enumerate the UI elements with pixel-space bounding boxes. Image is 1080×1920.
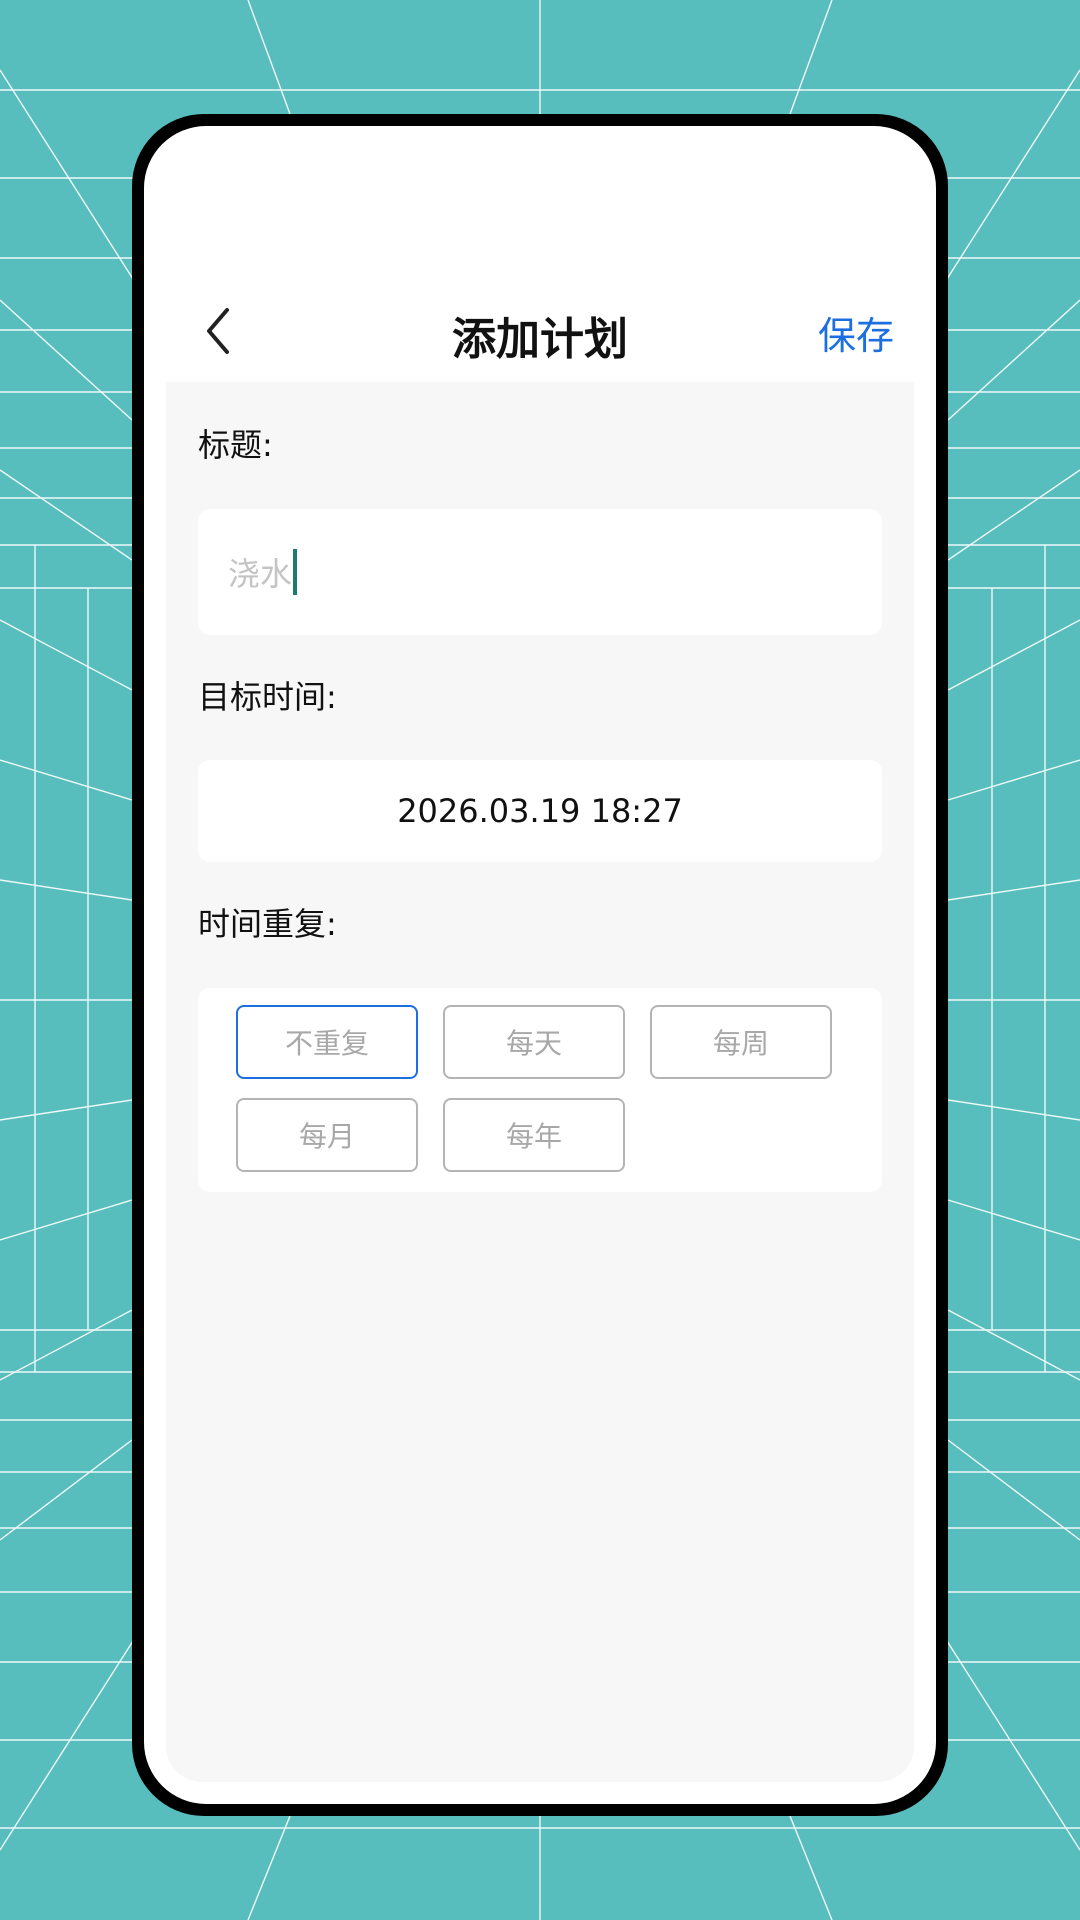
text-caret [293, 549, 298, 595]
save-button[interactable]: 保存 [818, 305, 894, 360]
title-field[interactable]: 浇水 [198, 509, 882, 635]
app-screen: 添加计划 保存 标题: 浇水 目标时间: 2026.03.19 18:27 时间… [144, 126, 936, 1804]
repeat-label: 时间重复: [198, 905, 337, 943]
repeat-options: 不重复 每天 每周 每月 每年 [236, 1005, 832, 1172]
form-content: 标题: 浇水 目标时间: 2026.03.19 18:27 时间重复: 不重复 … [166, 382, 914, 1782]
repeat-options-card: 不重复 每天 每周 每月 每年 [198, 988, 882, 1192]
repeat-option-yearly[interactable]: 每年 [443, 1098, 625, 1172]
repeat-option-weekly[interactable]: 每周 [650, 1005, 832, 1079]
repeat-option-monthly[interactable]: 每月 [236, 1098, 418, 1172]
time-label: 目标时间: [198, 678, 337, 716]
repeat-option-none[interactable]: 不重复 [236, 1005, 418, 1079]
title-input[interactable]: 浇水 [228, 509, 852, 635]
title-input-value: 浇水 [228, 555, 293, 593]
phone-frame: 添加计划 保存 标题: 浇水 目标时间: 2026.03.19 18:27 时间… [132, 114, 948, 1816]
time-value: 2026.03.19 18:27 [397, 792, 683, 830]
time-picker-field[interactable]: 2026.03.19 18:27 [198, 760, 882, 862]
top-bar: 添加计划 保存 [144, 281, 936, 381]
title-label: 标题: [198, 426, 273, 464]
repeat-option-daily[interactable]: 每天 [443, 1005, 625, 1079]
